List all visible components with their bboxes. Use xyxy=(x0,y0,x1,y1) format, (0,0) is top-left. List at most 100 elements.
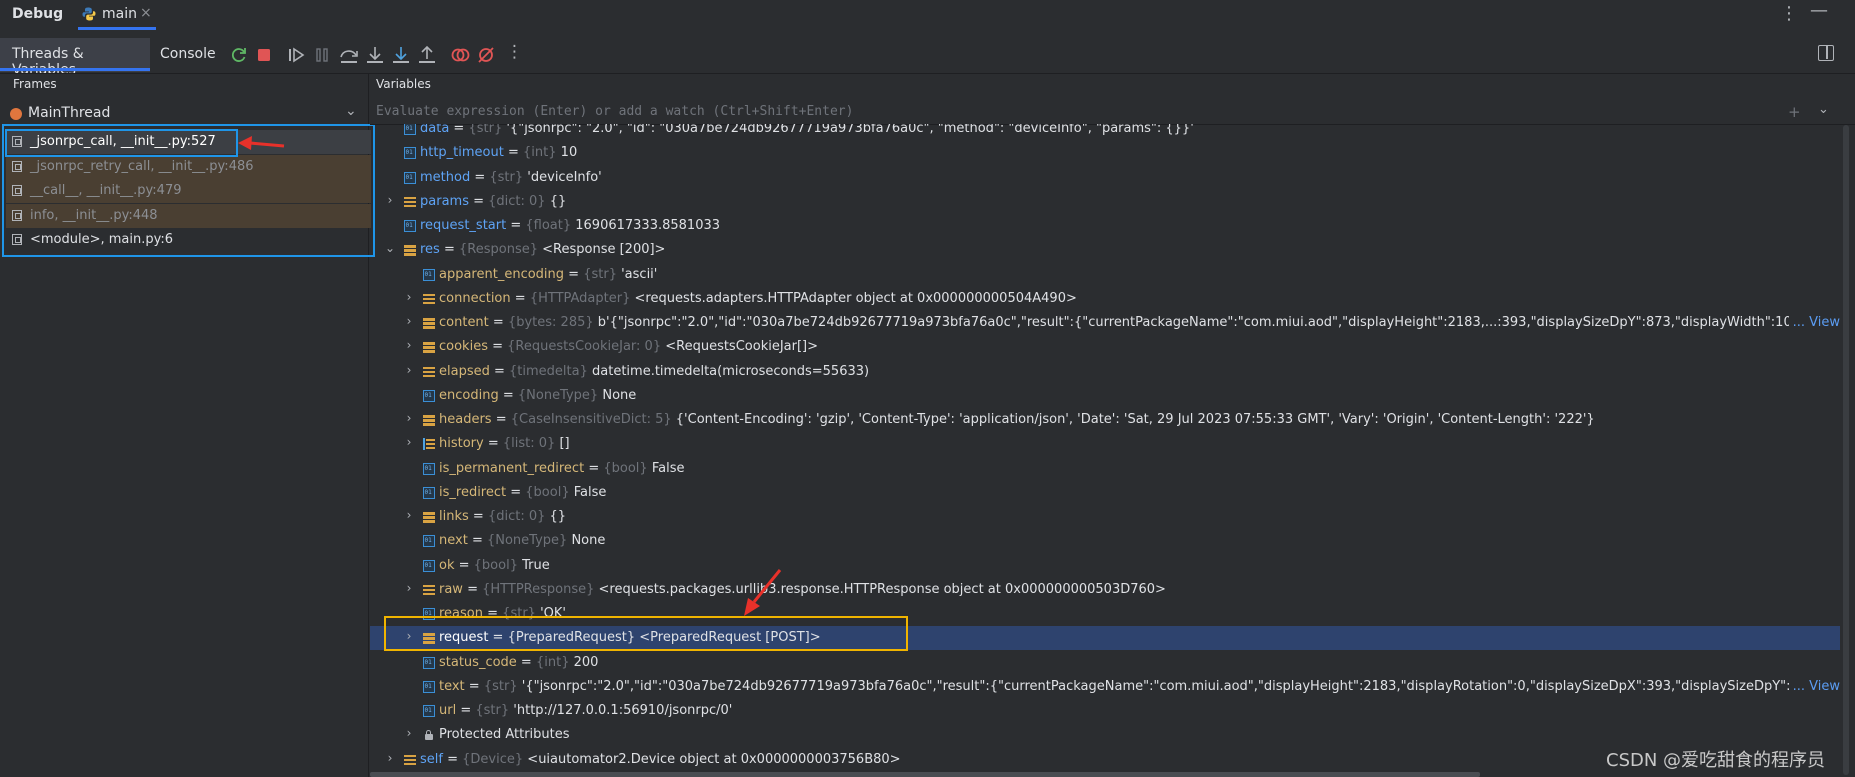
variable-row[interactable]: request_start = {float} 1690617333.85810… xyxy=(370,214,1840,238)
red-arrow-annotation xyxy=(238,136,285,150)
horizontal-scrollbar[interactable] xyxy=(370,772,1480,777)
chevron-right-icon[interactable]: › xyxy=(403,581,415,595)
variable-row[interactable]: is_permanent_redirect = {bool} False xyxy=(370,457,1840,481)
variable-type: {CaseInsensitiveDict: 5} xyxy=(510,412,672,427)
variable-name: cookies xyxy=(439,339,488,355)
tab-console[interactable]: Console xyxy=(160,46,216,62)
chevron-down-icon[interactable]: ⌄ xyxy=(384,241,396,255)
variable-row[interactable]: data = {str} '{"jsonrpc": "2.0", "id": "… xyxy=(370,124,1840,141)
object-icon xyxy=(423,317,435,329)
frame-item[interactable]: __call__, __init__.py:479 xyxy=(6,179,371,203)
evaluate-expression-bar xyxy=(370,99,1840,125)
variable-row[interactable]: text = {str} '{"jsonrpc":"2.0","id":"030… xyxy=(370,675,1840,699)
variable-text: self = {Device} <uiautomator2.Device obj… xyxy=(420,752,901,767)
variable-row[interactable]: › content = {bytes: 285} b'{"jsonrpc":"2.… xyxy=(370,311,1840,335)
frame-item[interactable]: _jsonrpc_retry_call, __init__.py:486 xyxy=(6,154,371,179)
variable-value: <requests.adapters.HTTPAdapter object at… xyxy=(634,290,1077,306)
evaluate-expression-input[interactable] xyxy=(376,101,1776,121)
variable-row[interactable]: encoding = {NoneType} None xyxy=(370,384,1840,408)
resume-icon[interactable] xyxy=(285,44,307,66)
variable-row[interactable]: › elapsed = {timedelta} datetime.timedelt… xyxy=(370,360,1840,384)
variable-row[interactable]: › Protected Attributes xyxy=(370,723,1840,747)
primitive-value-icon xyxy=(423,705,435,717)
primitive-value-icon xyxy=(404,124,416,135)
toolbar-divider xyxy=(0,73,1855,74)
variable-text: history = {list: 0} [] xyxy=(439,436,570,451)
chevron-right-icon[interactable]: › xyxy=(384,751,396,765)
frame-item[interactable]: <module>, main.py:6 xyxy=(6,228,371,252)
step-out-icon[interactable] xyxy=(416,44,438,66)
variable-name: is_permanent_redirect xyxy=(439,460,585,476)
pause-icon[interactable] xyxy=(311,44,333,66)
chevron-down-icon[interactable]: ⌄ xyxy=(1818,102,1829,117)
variable-name: encoding xyxy=(439,387,499,403)
minimize-icon[interactable]: — xyxy=(1810,0,1828,21)
object-icon xyxy=(404,754,416,766)
variable-row[interactable]: ⌄ res = {Response} <Response [200]> xyxy=(370,238,1840,262)
more-icon[interactable]: ⋮ xyxy=(506,42,523,62)
chevron-right-icon[interactable]: › xyxy=(403,508,415,522)
view-full-value-link[interactable]: ... View xyxy=(1788,678,1840,694)
variable-text: cookies = {RequestsCookieJar: 0} <Reques… xyxy=(439,339,818,354)
variable-row[interactable]: is_redirect = {bool} False xyxy=(370,481,1840,505)
add-watch-icon[interactable]: + xyxy=(1788,103,1801,121)
chevron-right-icon[interactable]: › xyxy=(384,193,396,207)
variable-row[interactable]: › headers = {CaseInsensitiveDict: 5} {'Co… xyxy=(370,408,1840,432)
variable-row[interactable]: http_timeout = {int} 10 xyxy=(370,141,1840,165)
group-label: Protected Attributes xyxy=(439,727,570,743)
chevron-right-icon[interactable]: › xyxy=(403,411,415,425)
active-tab-underline xyxy=(78,27,156,30)
step-into-icon[interactable] xyxy=(364,44,386,66)
variable-row[interactable]: › links = {dict: 0} {} xyxy=(370,505,1840,529)
variable-value: <RequestsCookieJar[]> xyxy=(665,339,819,355)
variable-type: {dict: 0} xyxy=(487,509,546,524)
variable-text: params = {dict: 0} {} xyxy=(420,194,566,209)
variable-name: elapsed xyxy=(439,363,490,379)
variable-row[interactable]: › params = {dict: 0} {} xyxy=(370,190,1840,214)
primitive-value-icon xyxy=(404,171,416,184)
object-icon xyxy=(423,366,435,378)
step-into-my-code-icon[interactable] xyxy=(390,44,412,66)
variable-row[interactable]: › cookies = {RequestsCookieJar: 0} <Reque… xyxy=(370,335,1840,359)
variable-type: {int} xyxy=(535,654,570,670)
chevron-right-icon[interactable]: › xyxy=(403,363,415,377)
chevron-right-icon[interactable]: › xyxy=(403,726,415,740)
chevron-right-icon[interactable]: › xyxy=(403,314,415,328)
view-breakpoints-icon[interactable] xyxy=(449,44,471,66)
variable-row[interactable]: › history = {list: 0} [] xyxy=(370,432,1840,456)
rerun-icon[interactable] xyxy=(228,44,250,66)
mute-breakpoints-icon[interactable] xyxy=(475,44,497,66)
variable-row[interactable]: url = {str} 'http://127.0.0.1:56910/json… xyxy=(370,699,1840,723)
variable-type: {str} xyxy=(475,703,510,718)
variable-row[interactable]: › raw = {HTTPResponse} <requests.packages… xyxy=(370,578,1840,602)
variable-row[interactable]: ok = {bool} True xyxy=(370,554,1840,578)
close-icon[interactable]: × xyxy=(140,5,152,21)
frame-item[interactable]: info, __init__.py:448 xyxy=(6,203,371,228)
run-config-tab-main[interactable]: main × xyxy=(70,0,160,30)
tab-threads-variables[interactable]: Threads & Variables xyxy=(0,38,150,78)
variable-value: 'http://127.0.0.1:56910/jsonrpc/0' xyxy=(513,703,733,718)
stop-icon[interactable] xyxy=(253,44,275,66)
variable-name: method xyxy=(420,169,471,185)
variable-row[interactable]: apparent_encoding = {str} 'ascii' xyxy=(370,263,1840,287)
variable-type: {Response} xyxy=(459,242,538,258)
equals-sign: = xyxy=(510,290,530,306)
chevron-right-icon[interactable]: › xyxy=(403,435,415,449)
variable-type: {list: 0} xyxy=(502,436,556,452)
chevron-right-icon[interactable]: › xyxy=(403,290,415,304)
variable-text: url = {str} 'http://127.0.0.1:56910/json… xyxy=(439,703,732,718)
step-over-icon[interactable] xyxy=(338,44,360,66)
python-icon xyxy=(82,7,96,21)
variable-name: ok xyxy=(439,557,455,573)
more-options-icon[interactable]: ⋮ xyxy=(1780,3,1798,24)
view-full-value-link[interactable]: ... View xyxy=(1788,315,1840,330)
layout-icon[interactable] xyxy=(1818,45,1834,61)
variable-row[interactable]: status_code = {int} 200 xyxy=(370,651,1840,675)
variable-row[interactable]: next = {NoneType} None xyxy=(370,529,1840,553)
variable-row[interactable]: method = {str} 'deviceInfo' xyxy=(370,166,1840,190)
variable-row[interactable]: › connection = {HTTPAdapter} <requests.ad… xyxy=(370,287,1840,311)
equals-sign: = xyxy=(449,124,469,136)
vertical-scrollbar[interactable] xyxy=(1843,125,1849,775)
variable-type: {Device} xyxy=(462,751,524,767)
chevron-right-icon[interactable]: › xyxy=(403,338,415,352)
